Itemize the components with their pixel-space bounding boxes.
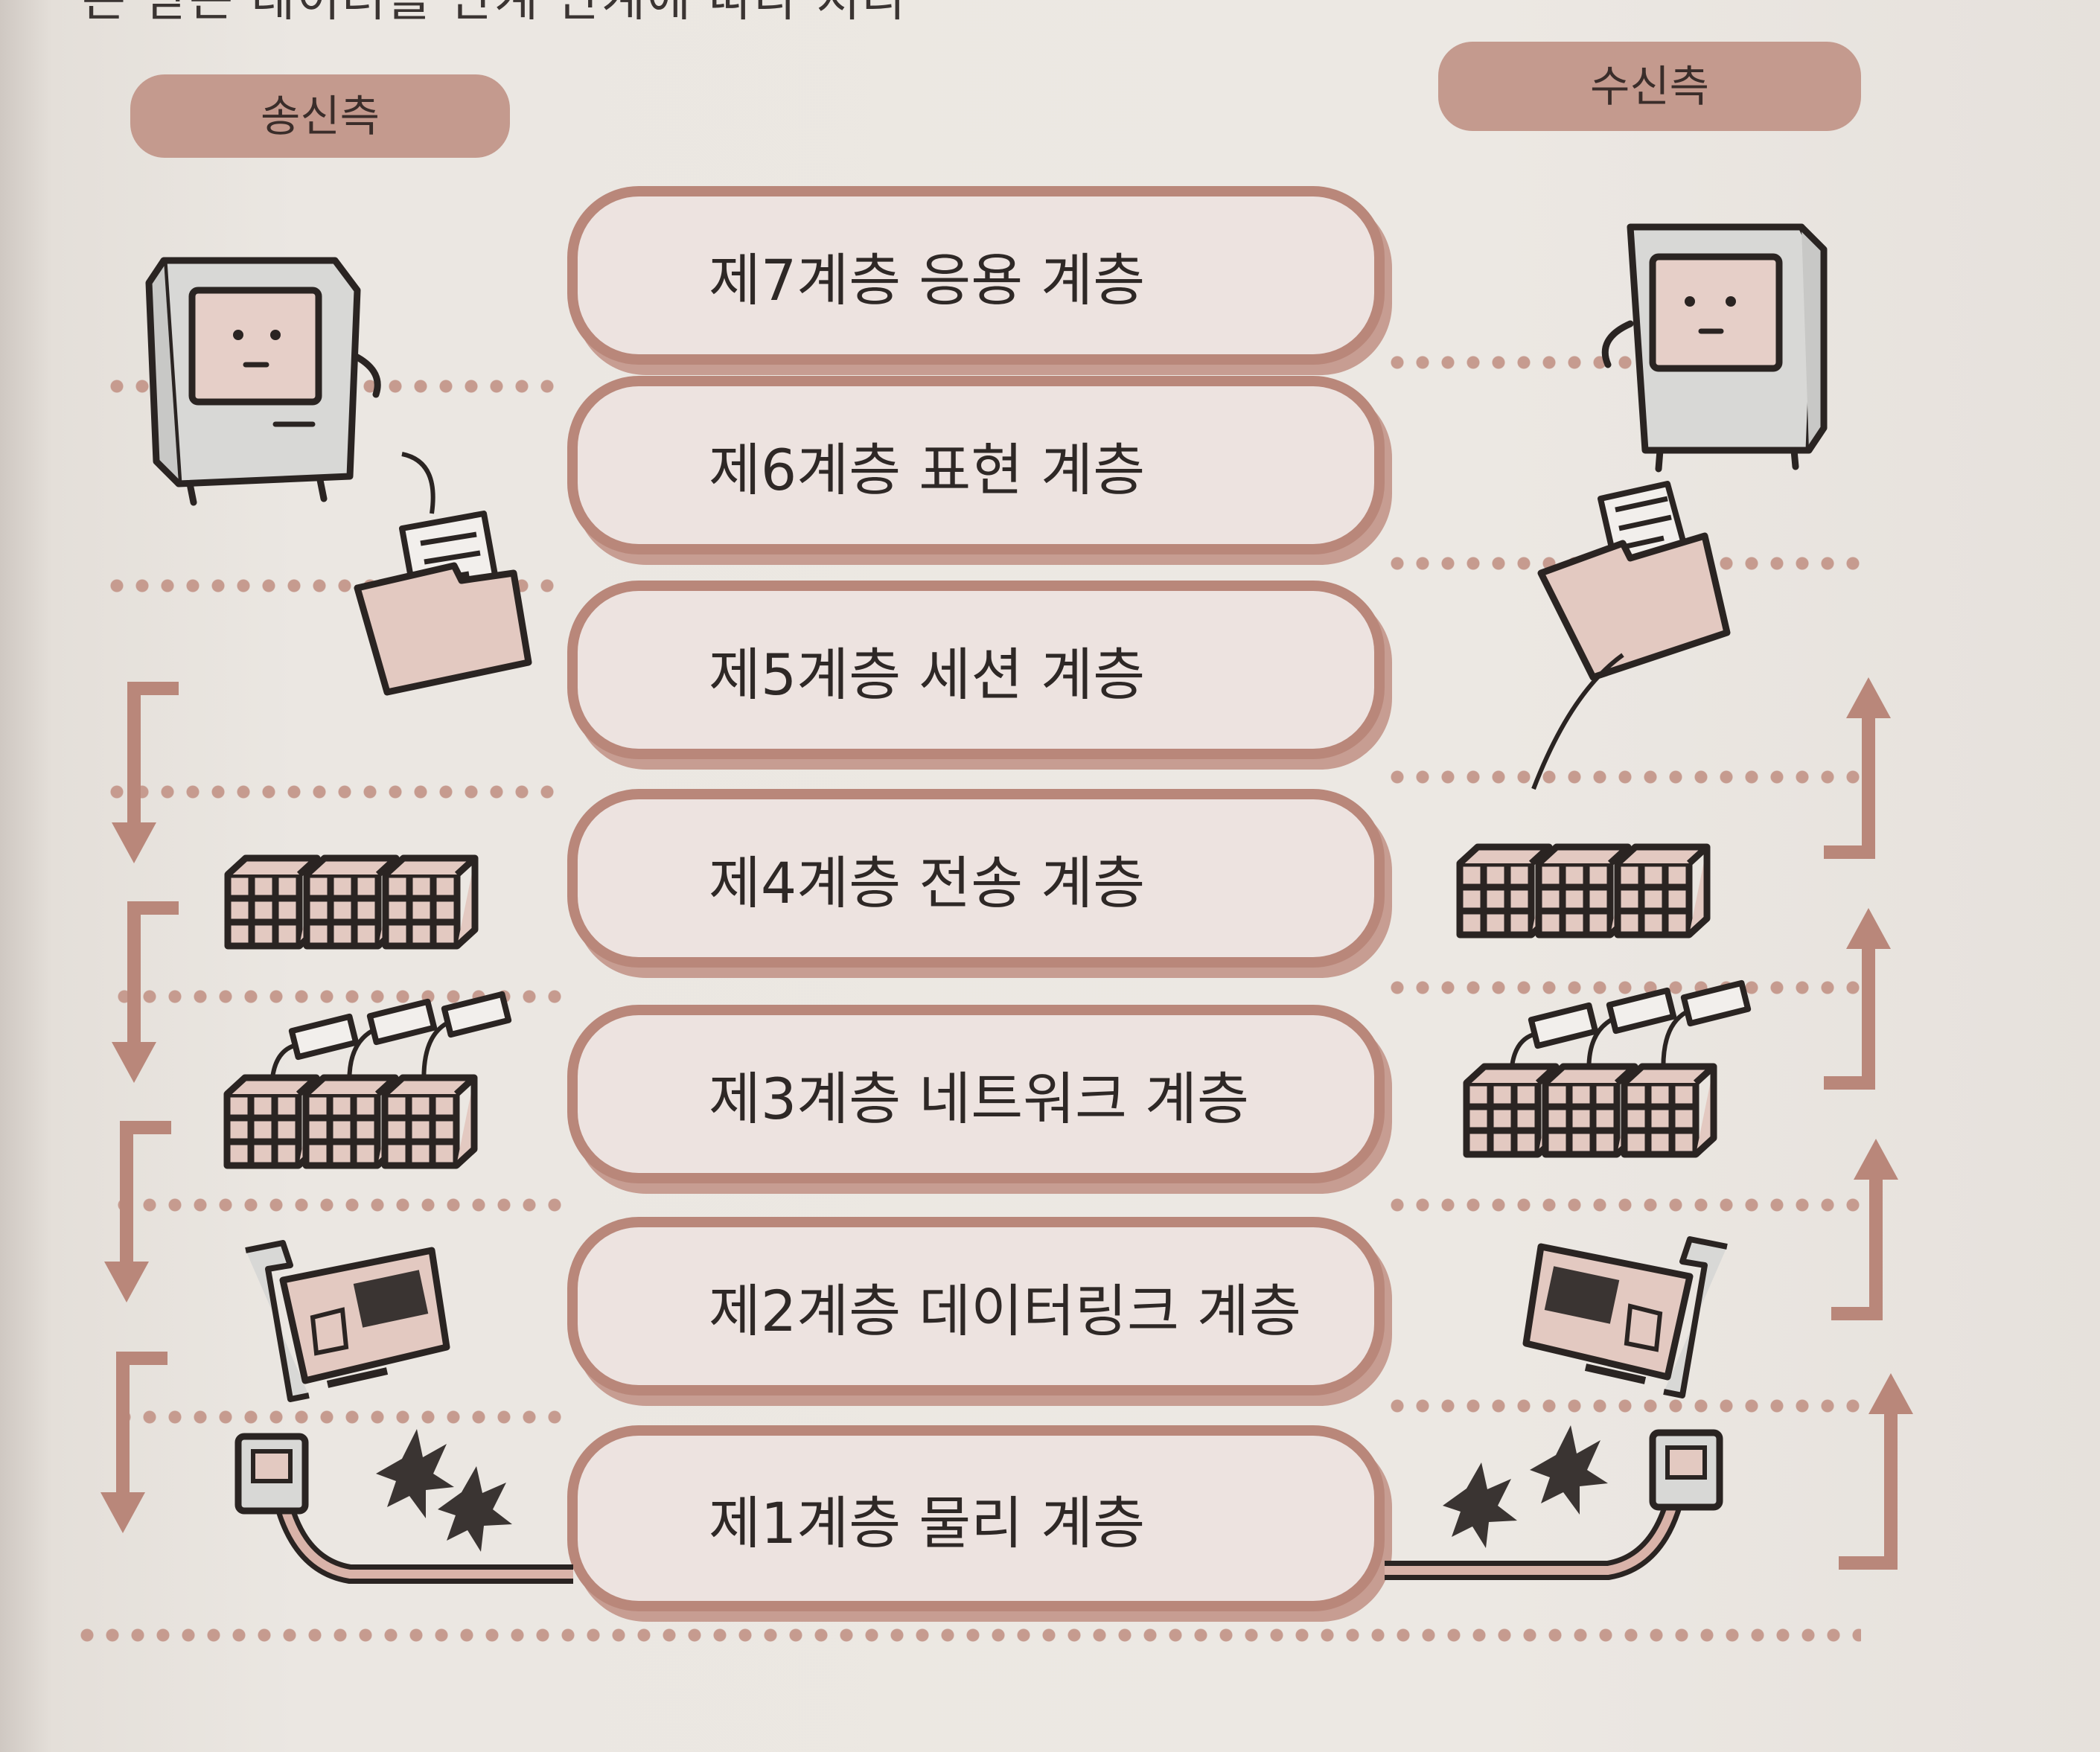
layer-6-label: 제6계층 표현 계층 (709, 437, 1146, 503)
up-arrow-icon (1839, 1373, 1913, 1570)
layer-6-box: 제6계층 표현 계층 (567, 376, 1385, 554)
divider-dots (74, 1628, 1861, 1642)
document-folder-icon (1531, 481, 1731, 790)
layer-4-box: 제4계층 전송 계층 (567, 789, 1385, 968)
layer-2-box: 제2계층 데이터링크 계층 (567, 1217, 1385, 1395)
layer-3-label: 제3계층 네트워크 계층 (709, 1066, 1249, 1132)
layer-5-label: 제5계층 세션 계층 (709, 642, 1146, 708)
data-packet-boxes-icon (1456, 843, 1711, 939)
data-packet-boxes-icon (224, 854, 479, 950)
layer-7-box: 제7계층 응용 계층 (567, 186, 1385, 365)
layer-3-box: 제3계층 네트워크 계층 (567, 1005, 1385, 1183)
layer-5-box: 제5계층 세션 계층 (567, 581, 1385, 759)
network-card-icon (1522, 1236, 1728, 1398)
cable-with-signal-sparks-icon (1385, 1425, 1723, 1580)
layer-1-box: 제1계층 물리 계층 (567, 1425, 1385, 1611)
network-card-icon (245, 1240, 450, 1402)
down-arrow-icon (104, 1121, 171, 1302)
top-cut-text: 은 받는 데이터를 단계 단계에 따라 처리 (82, 0, 907, 28)
cable-with-signal-sparks-icon (234, 1429, 573, 1584)
sender-label: 송신측 (130, 74, 510, 158)
layer-2-label: 제2계층 데이터링크 계층 (709, 1278, 1301, 1344)
tagged-packet-boxes-icon (223, 991, 512, 1169)
down-arrow-icon (112, 682, 179, 863)
divider-dots (1385, 1198, 1861, 1212)
page-background: 은 받는 데이터를 단계 단계에 따라 처리 송신측 수신측 제7계층 응용 계… (0, 0, 2100, 1752)
layer-1-label: 제1계층 물리 계층 (709, 1490, 1146, 1556)
layer-4-label: 제4계층 전송 계층 (709, 850, 1146, 916)
up-arrow-icon (1824, 677, 1891, 859)
down-arrow-icon (100, 1352, 167, 1533)
receiver-label: 수신측 (1438, 42, 1861, 131)
up-arrow-icon (1831, 1139, 1898, 1320)
document-folder-icon (354, 452, 532, 696)
up-arrow-icon (1824, 908, 1891, 1090)
computer-character-icon (1601, 223, 1828, 473)
down-arrow-icon (112, 901, 179, 1083)
tagged-packet-boxes-icon (1463, 979, 1752, 1158)
layer-7-label: 제7계층 응용 계층 (709, 247, 1146, 313)
